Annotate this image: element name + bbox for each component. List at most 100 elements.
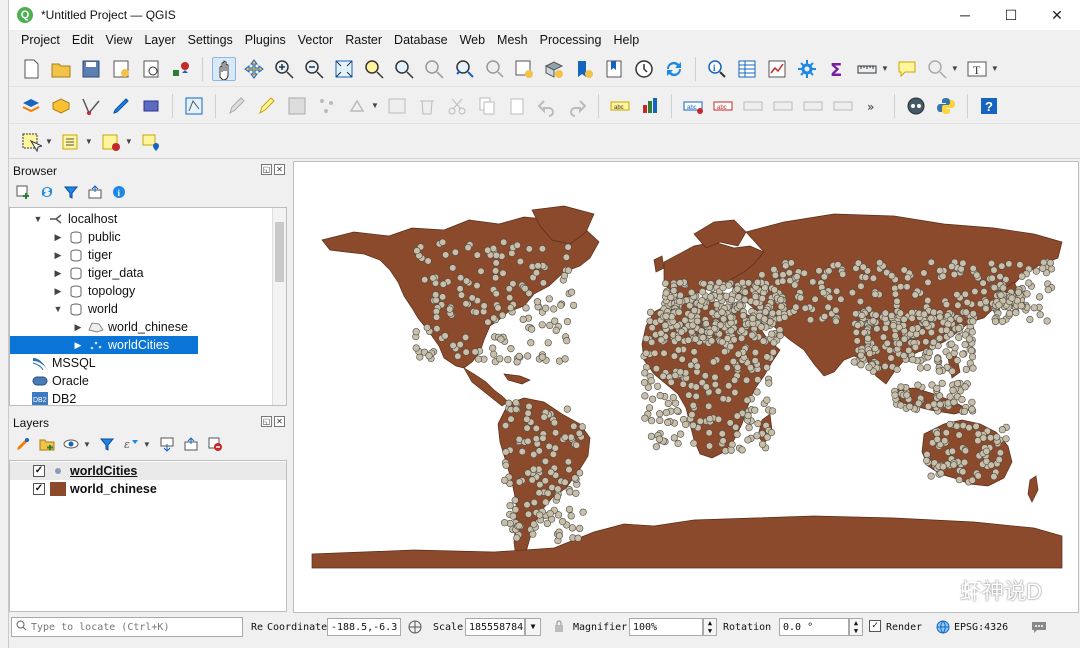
new-map-view-icon[interactable]	[512, 57, 536, 81]
map-canvas[interactable]: 虾神说D	[293, 161, 1079, 613]
help-icon[interactable]: ?	[977, 94, 1001, 118]
select-dropdown-icon[interactable]: ▼	[45, 137, 53, 146]
tree-item-mssql[interactable]: MSSQL	[28, 354, 96, 372]
close-panel-icon[interactable]: ✕	[274, 416, 285, 427]
zoom-to-selection-icon[interactable]	[362, 57, 386, 81]
select-by-value-icon[interactable]	[59, 130, 83, 154]
map-tips-icon[interactable]	[895, 57, 919, 81]
refresh-icon[interactable]	[662, 57, 686, 81]
zoom-out-icon[interactable]	[302, 57, 326, 81]
show-hide-labels-icon[interactable]	[741, 94, 765, 118]
layer-row-world-chinese[interactable]: ✓ world_chinese	[10, 480, 286, 498]
messages-icon[interactable]	[1031, 620, 1047, 637]
rotation-field[interactable]: 0.0 °	[779, 618, 849, 636]
locator-dropdown-icon[interactable]: ▼	[951, 64, 959, 73]
modify-attributes-icon[interactable]	[385, 94, 409, 118]
cut-features-icon[interactable]	[445, 94, 469, 118]
lock-scale-icon[interactable]	[553, 619, 565, 636]
annotation-dropdown-icon[interactable]: ▼	[991, 64, 999, 73]
menu-database[interactable]: Database	[388, 33, 454, 47]
browser-scrollbar[interactable]	[272, 208, 286, 405]
open-attribute-table-icon[interactable]	[735, 57, 759, 81]
magnifier-field[interactable]: 100%	[629, 618, 703, 636]
layer-row-worldcities[interactable]: ✓ worldCities	[10, 462, 286, 480]
zoom-in-icon[interactable]	[272, 57, 296, 81]
select-features-icon[interactable]	[19, 130, 43, 154]
statistical-summary-icon[interactable]	[765, 57, 789, 81]
redo-icon[interactable]	[565, 94, 589, 118]
highlight-pinned-labels-icon[interactable]: abc	[681, 94, 705, 118]
menu-raster[interactable]: Raster	[339, 33, 388, 47]
refresh-browser-icon[interactable]	[39, 184, 55, 200]
scrollbar-thumb[interactable]	[275, 222, 284, 282]
properties-info-icon[interactable]: i	[111, 184, 127, 200]
open-layer-styling-icon[interactable]	[15, 436, 31, 452]
manage-map-themes-icon[interactable]	[63, 436, 79, 452]
add-group-icon[interactable]	[39, 436, 55, 452]
expand-arrow-icon[interactable]: ▼	[32, 214, 44, 224]
change-label-icon[interactable]	[831, 94, 855, 118]
zoom-to-layer-icon[interactable]	[392, 57, 416, 81]
pan-to-selection-icon[interactable]	[242, 57, 266, 81]
tree-item-topology[interactable]: ▶ topology	[52, 282, 136, 300]
tree-item-localhost[interactable]: ▼ localhost	[32, 210, 118, 228]
identify-features-icon[interactable]: i	[705, 57, 729, 81]
collapse-all-layers-icon[interactable]	[183, 436, 199, 452]
copy-features-icon[interactable]	[475, 94, 499, 118]
menu-processing[interactable]: Processing	[534, 33, 608, 47]
layer-visibility-checkbox[interactable]: ✓	[33, 465, 45, 477]
temporal-controller-icon[interactable]	[632, 57, 656, 81]
measure-dropdown-icon[interactable]: ▼	[881, 64, 889, 73]
expand-arrow-icon[interactable]: ▶	[72, 322, 84, 333]
expand-arrow-icon[interactable]: ▶	[52, 250, 64, 261]
tree-item-tiger-data[interactable]: ▶ tiger_data	[52, 264, 144, 282]
select-by-value-dropdown-icon[interactable]: ▼	[85, 137, 93, 146]
close-panel-icon[interactable]: ✕	[274, 164, 285, 175]
render-checkbox[interactable]: ✓	[869, 620, 881, 632]
vertex-tool-icon[interactable]	[182, 94, 206, 118]
rotate-label-icon[interactable]	[801, 94, 825, 118]
remove-layer-icon[interactable]	[207, 436, 223, 452]
settings-gear-icon[interactable]	[795, 57, 819, 81]
filter-legend-icon[interactable]	[99, 436, 115, 452]
minimize-button[interactable]: ─	[942, 0, 988, 30]
style-manager-icon[interactable]	[169, 57, 193, 81]
menu-help[interactable]: Help	[607, 33, 645, 47]
filter-browser-icon[interactable]	[63, 184, 79, 200]
crs-globe-icon[interactable]	[936, 620, 950, 637]
add-feature-icon[interactable]	[315, 94, 339, 118]
rotation-spinner[interactable]: ▲ ▼	[849, 618, 863, 636]
expand-arrow-icon[interactable]: ▶	[52, 232, 64, 243]
toggle-editing-icon[interactable]	[255, 94, 279, 118]
delete-selected-icon[interactable]	[415, 94, 439, 118]
more-tools-icon[interactable]: »	[861, 94, 885, 118]
tree-item-world[interactable]: ▼ world	[52, 300, 118, 318]
locator-icon[interactable]	[925, 57, 949, 81]
scale-field[interactable]: 185558784	[465, 618, 525, 636]
pin-labels-icon[interactable]: abc	[711, 94, 735, 118]
data-source-manager-icon[interactable]	[49, 94, 73, 118]
paste-features-icon[interactable]	[505, 94, 529, 118]
new-3d-view-icon[interactable]	[542, 57, 566, 81]
menu-layer[interactable]: Layer	[138, 33, 181, 47]
save-edits-icon[interactable]	[285, 94, 309, 118]
move-feature-icon[interactable]	[345, 94, 369, 118]
expand-all-icon[interactable]	[159, 436, 175, 452]
menu-project[interactable]: Project	[15, 33, 66, 47]
new-project-icon[interactable]	[19, 57, 43, 81]
undo-icon[interactable]	[535, 94, 559, 118]
layout-manager-icon[interactable]	[139, 57, 163, 81]
gps-icon[interactable]	[139, 94, 163, 118]
new-bookmark-icon[interactable]	[572, 57, 596, 81]
zoom-next-icon[interactable]	[482, 57, 506, 81]
menu-view[interactable]: View	[99, 33, 138, 47]
open-project-icon[interactable]	[49, 57, 73, 81]
filter-expression-dropdown-icon[interactable]: ▼	[143, 440, 151, 449]
menu-vector[interactable]: Vector	[292, 33, 339, 47]
tree-item-db2[interactable]: DB2 DB2	[28, 390, 76, 405]
show-bookmarks-icon[interactable]	[602, 57, 626, 81]
zoom-native-icon[interactable]	[422, 57, 446, 81]
tree-item-world-chinese[interactable]: ▶ world_chinese	[72, 318, 188, 336]
deselect-all-icon[interactable]	[99, 130, 123, 154]
map-themes-dropdown-icon[interactable]: ▼	[83, 440, 91, 449]
